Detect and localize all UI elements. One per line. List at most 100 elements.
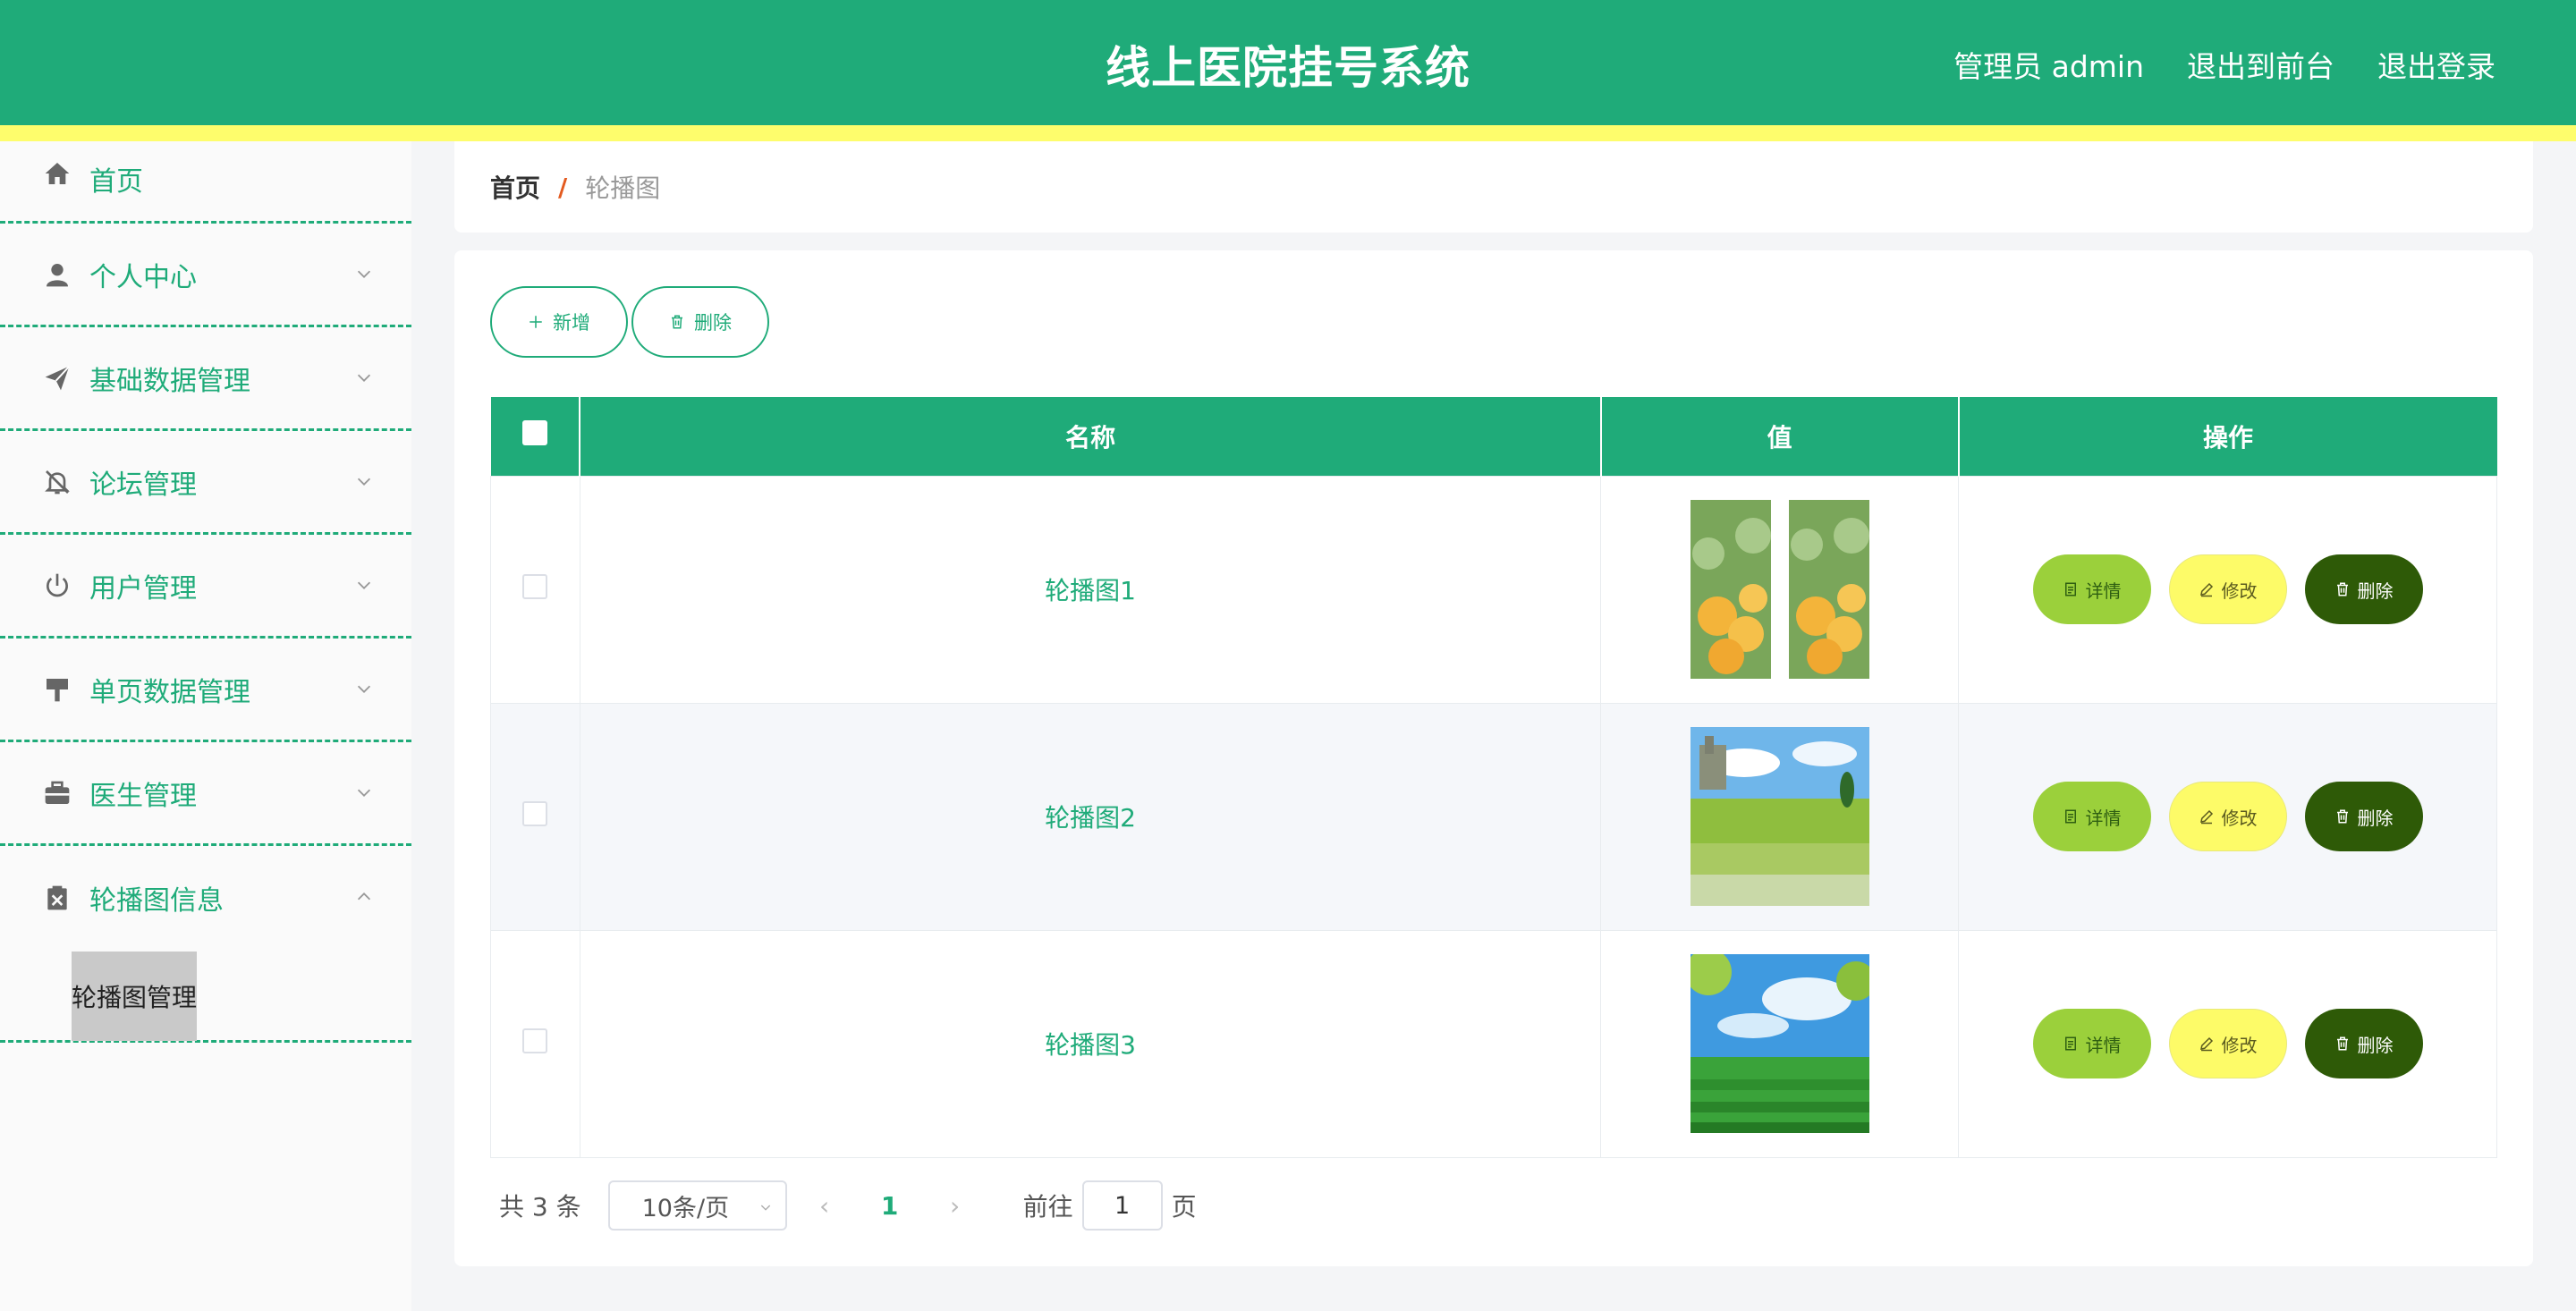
delete-button[interactable]: 删除: [2304, 1009, 2423, 1078]
sidebar: 首页 个人中心 基础数据管理 论坛管理 用户管理 单页数据管理 医生管理 轮播图…: [0, 141, 411, 1311]
delete-button-label: 删除: [2357, 807, 2394, 829]
sidebar-item-carousel-info[interactable]: 轮播图信息: [0, 846, 411, 950]
sidebar-item-label: 医生管理: [89, 780, 197, 812]
chevron-down-icon: [357, 478, 371, 486]
add-button-label: 新增: [553, 312, 590, 334]
row-name: 轮播图2: [579, 702, 1602, 931]
row-name: 轮播图1: [579, 475, 1602, 704]
row-checkbox[interactable]: [522, 573, 548, 599]
document-icon: [2064, 809, 2076, 824]
edit-button[interactable]: 修改: [2168, 554, 2287, 624]
row-actions-cell: 详情 修改 删除: [1958, 929, 2497, 1158]
carousel-thumbnail[interactable]: [1690, 727, 1869, 906]
page-size-select[interactable]: 10条/页: [607, 1180, 787, 1231]
send-icon: [43, 364, 72, 393]
sidebar-item-label: 首页: [89, 166, 143, 198]
pagination-total: 共 3 条: [499, 1192, 581, 1222]
row-actions-cell: 详情 修改 删除: [1958, 702, 2497, 931]
sidebar-item-home[interactable]: 首页: [0, 141, 411, 224]
user-icon: [43, 260, 72, 289]
detail-button-label: 详情: [2085, 579, 2122, 602]
chevron-up-icon: [357, 892, 371, 901]
sidebar-item-doctor-management[interactable]: 医生管理: [0, 742, 411, 846]
briefcase-icon: [43, 779, 72, 808]
goto-page-input[interactable]: 1: [1081, 1180, 1163, 1231]
row-value-cell: [1600, 475, 1960, 704]
breadcrumb-separator: /: [558, 172, 568, 202]
batch-delete-button[interactable]: 删除: [631, 286, 769, 358]
trash-icon: [2336, 582, 2348, 596]
sidebar-item-forum[interactable]: 论坛管理: [0, 431, 411, 535]
row-value-cell: [1600, 702, 1960, 931]
sidebar-item-personal-center[interactable]: 个人中心: [0, 224, 411, 327]
table-row: 轮播图2 详情 修改 删除: [490, 702, 2497, 931]
delete-button[interactable]: 删除: [2304, 782, 2423, 851]
breadcrumb: 首页 / 轮播图: [454, 141, 2533, 233]
sidebar-subitem-carousel-management[interactable]: 轮播图管理: [72, 952, 197, 1041]
table-header-row: 名称 值 操作: [490, 397, 2497, 476]
top-header: 线上医院挂号系统 管理员 admin 退出到前台 退出登录: [0, 0, 2576, 125]
row-name: 轮播图3: [579, 929, 1602, 1158]
pencil-icon: [2199, 582, 2213, 597]
admin-user-label[interactable]: 管理员 admin: [1953, 43, 2144, 86]
row-checkbox-cell: [490, 475, 580, 704]
edit-button[interactable]: 修改: [2168, 1009, 2287, 1078]
chevron-down-icon: [357, 374, 371, 382]
trash-icon: [672, 315, 682, 329]
power-icon: [43, 571, 72, 600]
delete-button[interactable]: 删除: [2304, 554, 2423, 624]
goto-page: 前往 1 页: [1023, 1180, 1197, 1231]
plus-icon: [530, 316, 542, 328]
back-to-front-link[interactable]: 退出到前台: [2187, 43, 2334, 86]
sidebar-item-label: 轮播图信息: [89, 885, 224, 917]
breadcrumb-home[interactable]: 首页: [490, 169, 540, 205]
carousel-thumbnail[interactable]: [1690, 500, 1869, 679]
trash-icon: [2336, 809, 2348, 824]
detail-button[interactable]: 详情: [2032, 782, 2151, 851]
prev-page-button[interactable]: ‹: [798, 1191, 852, 1221]
edit-button-label: 修改: [2221, 1034, 2258, 1056]
breadcrumb-current: 轮播图: [585, 173, 661, 203]
header-accent-band: [0, 125, 2576, 141]
column-header-name: 名称: [580, 397, 1602, 476]
header-links: 管理员 admin 退出到前台 退出登录: [1953, 43, 2496, 86]
pencil-icon: [2199, 1036, 2213, 1052]
document-icon: [2064, 582, 2076, 596]
sidebar-item-label: 基础数据管理: [89, 365, 250, 397]
sidebar-item-label: 个人中心: [89, 261, 197, 293]
main-content: 新增 删除 名称 值 操作 轮播图1 详情 修改 删除 轮播图2 详情 修改 删…: [454, 250, 2533, 1266]
brush-icon: [43, 675, 72, 704]
row-checkbox[interactable]: [522, 800, 548, 826]
select-all-checkbox[interactable]: [521, 420, 547, 446]
sidebar-item-label: 单页数据管理: [89, 676, 250, 708]
sidebar-item-basic-data[interactable]: 基础数据管理: [0, 327, 411, 431]
pencil-icon: [2199, 809, 2213, 825]
chevron-down-icon: [357, 685, 371, 693]
trash-icon: [2336, 1036, 2348, 1051]
detail-button-label: 详情: [2085, 807, 2122, 829]
edit-button-label: 修改: [2221, 807, 2258, 829]
chevron-down-icon: [357, 581, 371, 589]
goto-label: 前往: [1022, 1192, 1073, 1222]
page-size-value: 10条/页: [641, 1194, 730, 1222]
clipboard-icon: [43, 884, 72, 912]
row-checkbox[interactable]: [522, 1028, 548, 1053]
detail-button-label: 详情: [2085, 1034, 2122, 1056]
column-header-value: 值: [1600, 397, 1960, 476]
toolbar: 新增 删除: [490, 286, 769, 358]
pagination: 共 3 条 10条/页 ‹ 1 › 前往 1 页: [499, 1180, 1197, 1231]
page-number-current[interactable]: 1: [868, 1191, 912, 1221]
carousel-table: 名称 值 操作 轮播图1 详情 修改 删除 轮播图2 详情 修改 删除 轮播图3…: [490, 397, 2497, 1158]
chevron-down-icon: [760, 1205, 770, 1211]
detail-button[interactable]: 详情: [2032, 554, 2151, 624]
sidebar-item-single-page-data[interactable]: 单页数据管理: [0, 639, 411, 742]
carousel-thumbnail[interactable]: [1690, 954, 1869, 1133]
home-icon: [43, 159, 72, 188]
edit-button[interactable]: 修改: [2168, 782, 2287, 851]
detail-button[interactable]: 详情: [2032, 1009, 2151, 1078]
next-page-button[interactable]: ›: [928, 1191, 982, 1221]
add-button[interactable]: 新增: [490, 286, 628, 358]
sidebar-item-user-management[interactable]: 用户管理: [0, 535, 411, 639]
chevron-down-icon: [357, 270, 371, 278]
logout-link[interactable]: 退出登录: [2377, 43, 2496, 86]
